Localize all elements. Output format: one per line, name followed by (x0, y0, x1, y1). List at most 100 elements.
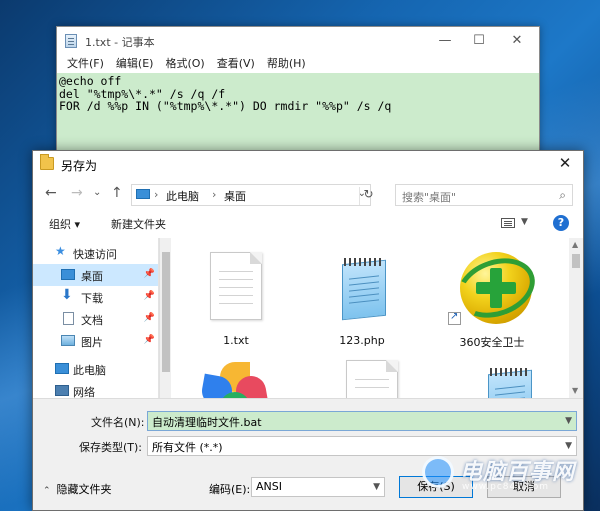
help-icon[interactable]: ? (553, 215, 569, 231)
dialog-titlebar[interactable]: 另存为 ✕ (33, 151, 583, 179)
file-item[interactable]: 360安全卫士 (442, 244, 544, 354)
sidebar-item-this-pc[interactable]: 此电脑 (33, 358, 158, 380)
sidebar-item-label: 此电脑 (73, 364, 106, 377)
text-file-icon (210, 252, 262, 320)
file-item[interactable] (458, 354, 558, 398)
sidebar-item-label: 图片 (81, 336, 103, 349)
recent-locations-icon[interactable]: ⌄ (93, 187, 101, 198)
file-item[interactable]: 1.txt (186, 244, 286, 354)
breadcrumb-separator: › (154, 188, 159, 201)
pin-icon[interactable]: 📌 (144, 269, 155, 279)
filetype-select[interactable]: 所有文件 (*.*) ▼ (147, 436, 577, 456)
refresh-icon[interactable]: ↻ (359, 187, 377, 205)
search-icon[interactable]: ⌕ (559, 188, 566, 203)
folder-icon (40, 154, 54, 170)
view-options-icon[interactable] (501, 218, 515, 228)
save-button[interactable]: 保存(S) (399, 476, 473, 498)
encoding-label: 编码(E): (209, 483, 251, 496)
save-as-dialog: 另存为 ✕ ← → ⌄ ↑ › 此电脑 › 桌面 ⌄ ↻ 搜索"桌面" ⌕ 组织… (32, 150, 584, 511)
file-list-scrollbar[interactable]: ▲ ▼ (569, 238, 583, 398)
text-file-icon (346, 360, 398, 398)
360-security-icon (448, 248, 544, 328)
filename-value: 自动清理临时文件.bat (152, 416, 262, 429)
maximize-icon[interactable]: ☐ (469, 31, 489, 51)
computer-icon (136, 189, 150, 199)
shortcut-arrow-icon (448, 311, 461, 325)
navigation-scrollbar[interactable] (159, 238, 171, 398)
hide-folders-label: 隐藏文件夹 (56, 483, 112, 496)
save-form: 文件名(N): 自动清理临时文件.bat ▼ 保存类型(T): 所有文件 (*.… (33, 398, 583, 510)
sidebar-item-pictures[interactable]: 图片 📌 (33, 330, 158, 352)
file-list: 1.txt 123.php 360安全卫士 (172, 238, 568, 398)
scrollbar-thumb[interactable] (162, 252, 170, 372)
encoding-select[interactable]: ANSI ▼ (251, 477, 385, 497)
minimize-icon[interactable]: — (435, 31, 455, 51)
breadcrumb-this-pc[interactable]: 此电脑 (166, 188, 199, 204)
hide-folders-toggle[interactable]: ⌃ 隐藏文件夹 (43, 481, 112, 497)
back-arrow-icon[interactable]: ← (45, 185, 57, 201)
sidebar-item-label: 桌面 (81, 270, 103, 283)
menu-view[interactable]: 查看(V) (211, 55, 261, 73)
notepad-title: 1.txt - 记事本 (85, 36, 155, 49)
new-folder-button[interactable]: 新建文件夹 (111, 216, 166, 232)
document-icon (63, 312, 74, 325)
close-icon[interactable]: ✕ (507, 31, 527, 51)
notepad-window: 1.txt - 记事本 — ☐ ✕ 文件(F) 编辑(E) 格式(O) 查看(V… (56, 26, 540, 166)
network-icon (55, 385, 69, 396)
sidebar-item-network[interactable]: 网络 (33, 380, 158, 398)
cancel-button[interactable]: 取消 (487, 476, 561, 498)
filetype-label: 保存类型(T): (79, 441, 143, 454)
menu-file[interactable]: 文件(F) (61, 55, 110, 73)
sidebar-item-label: 下载 (81, 292, 103, 305)
sidebar-item-documents[interactable]: 文档 📌 (33, 308, 158, 330)
address-box[interactable]: › 此电脑 › 桌面 ⌄ (131, 184, 371, 206)
chevron-down-icon[interactable]: ▼ (565, 441, 572, 451)
menu-format[interactable]: 格式(O) (159, 55, 210, 73)
encoding-value: ANSI (256, 480, 282, 493)
organize-button[interactable]: 组织 ▾ (49, 216, 80, 232)
chevron-down-icon[interactable]: ▼ (565, 416, 572, 426)
sidebar-item-label: 文档 (81, 314, 103, 327)
sidebar-item-label: 快速访问 (73, 248, 117, 261)
dialog-title: 另存为 (61, 159, 98, 173)
sidebar-item-quick-access[interactable]: ★ 快速访问 (33, 242, 158, 264)
download-icon: ⬇ (61, 287, 73, 303)
chevron-up-icon: ⌃ (43, 486, 51, 496)
file-item[interactable] (322, 354, 422, 398)
chevron-down-icon[interactable]: ▼ (521, 217, 528, 227)
pin-icon[interactable]: 📌 (144, 335, 155, 345)
file-item[interactable]: 123.php (312, 244, 412, 354)
notepad-icon (65, 34, 77, 48)
navigation-pane: ★ 快速访问 桌面 📌 ⬇ 下载 📌 文档 📌 图片 📌 此电脑 网络 (33, 238, 159, 398)
file-name: 1.txt (223, 334, 249, 347)
scrollbar-thumb[interactable] (572, 254, 580, 268)
sidebar-item-downloads[interactable]: ⬇ 下载 📌 (33, 286, 158, 308)
notepad-file-icon (334, 254, 394, 324)
address-bar-row: ← → ⌄ ↑ › 此电脑 › 桌面 ⌄ ↻ 搜索"桌面" ⌕ (33, 179, 583, 211)
menu-edit[interactable]: 编辑(E) (110, 55, 160, 73)
notepad-titlebar[interactable]: 1.txt - 记事本 — ☐ ✕ (57, 27, 539, 55)
scroll-down-icon[interactable]: ▼ (572, 386, 578, 395)
file-item[interactable] (182, 354, 282, 398)
star-icon: ★ (55, 244, 66, 258)
menu-help[interactable]: 帮助(H) (261, 55, 312, 73)
flower-app-icon (199, 362, 269, 398)
pin-icon[interactable]: 📌 (144, 313, 155, 323)
notepad-file-icon (480, 364, 540, 398)
notepad-menubar: 文件(F) 编辑(E) 格式(O) 查看(V) 帮助(H) (57, 55, 539, 73)
search-input[interactable]: 搜索"桌面" ⌕ (395, 184, 573, 206)
chevron-down-icon[interactable]: ▼ (373, 482, 380, 492)
filename-input[interactable]: 自动清理临时文件.bat ▼ (147, 411, 577, 431)
picture-icon (61, 335, 75, 346)
breadcrumb-separator: › (212, 188, 217, 201)
search-placeholder: 搜索"桌面" (402, 191, 457, 204)
file-name: 123.php (339, 334, 385, 347)
dialog-close-icon[interactable]: ✕ (555, 154, 575, 172)
breadcrumb-desktop[interactable]: 桌面 (224, 188, 246, 204)
forward-arrow-icon[interactable]: → (71, 185, 83, 201)
pin-icon[interactable]: 📌 (144, 291, 155, 301)
scroll-up-icon[interactable]: ▲ (572, 240, 578, 249)
up-arrow-icon[interactable]: ↑ (111, 185, 123, 201)
sidebar-item-desktop[interactable]: 桌面 📌 (33, 264, 158, 286)
dialog-toolbar: 组织 ▾ 新建文件夹 ▼ ? (33, 211, 583, 237)
